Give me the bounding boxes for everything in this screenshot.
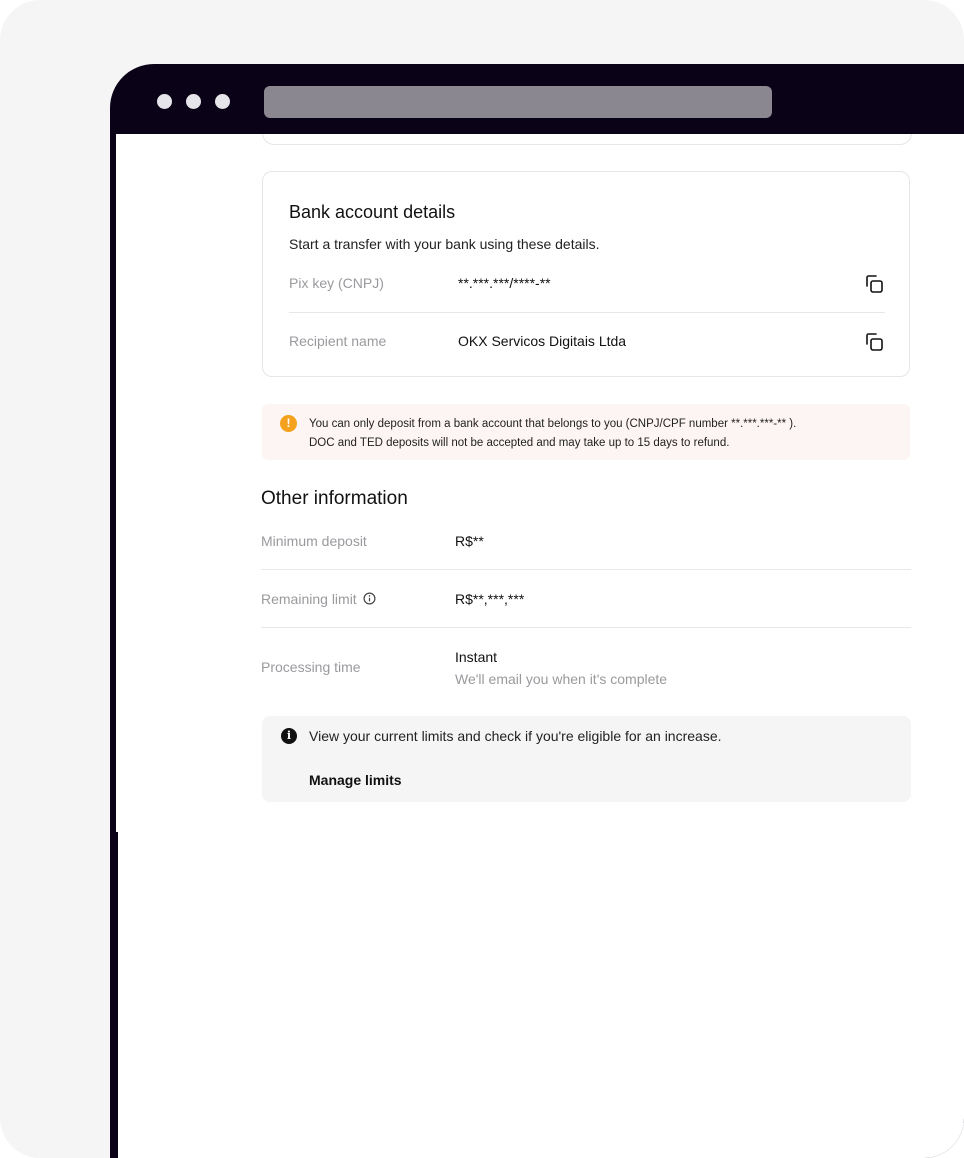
deposit-warning: ! You can only deposit from a bank accou… [262, 404, 910, 460]
processing-time-label: Processing time [261, 659, 361, 675]
exclamation-icon: ! [280, 415, 297, 432]
row-divider [261, 569, 911, 570]
recipient-row: Recipient name OKX Servicos Digitais Ltd… [289, 313, 885, 369]
minimum-deposit-value: R$** [455, 533, 484, 549]
copy-icon[interactable] [863, 273, 885, 295]
card-title: Bank account details [289, 202, 456, 222]
limits-info-text: View your current limits and check if yo… [309, 728, 722, 744]
pix-key-value: **.***.***/****-** [458, 275, 551, 291]
pix-key-label: Pix key (CNPJ) [289, 275, 384, 291]
window-dot-icon [186, 94, 201, 109]
pix-key-row: Pix key (CNPJ) **.***.***/****-** [289, 255, 885, 311]
processing-time-value: Instant [455, 649, 498, 665]
page-background: Bank account details Start a transfer wi… [0, 0, 964, 1158]
warning-line-2: DOC and TED deposits will not be accepte… [309, 437, 730, 449]
info-icon: i [281, 728, 297, 744]
recipient-value: OKX Servicos Digitais Ltda [458, 333, 627, 349]
info-outline-icon[interactable] [363, 592, 376, 605]
card-subtitle: Start a transfer with your bank using th… [289, 236, 600, 252]
page-content: Bank account details Start a transfer wi… [116, 134, 964, 1158]
warning-text: You can only deposit from a bank account… [309, 415, 796, 453]
processing-time-note: We'll email you when it's complete [455, 671, 668, 687]
window-dot-icon [157, 94, 172, 109]
window-dot-icon [215, 94, 230, 109]
recipient-label: Recipient name [289, 333, 387, 349]
frame-edge [116, 832, 118, 1158]
warning-line-1: You can only deposit from a bank account… [309, 418, 797, 430]
manage-limits-link[interactable]: Manage limits [309, 772, 402, 788]
minimum-deposit-label: Minimum deposit [261, 533, 367, 549]
remaining-limit-value: R$**,***,*** [455, 591, 525, 607]
limits-info-box: i View your current limits and check if … [262, 716, 911, 802]
remaining-limit-label: Remaining limit [261, 591, 376, 607]
bank-account-card: Bank account details Start a transfer wi… [262, 171, 910, 377]
copy-icon[interactable] [863, 331, 885, 353]
row-divider [261, 627, 911, 628]
address-bar[interactable] [264, 86, 772, 118]
previous-card [262, 134, 912, 145]
other-info-title: Other information [261, 488, 408, 509]
